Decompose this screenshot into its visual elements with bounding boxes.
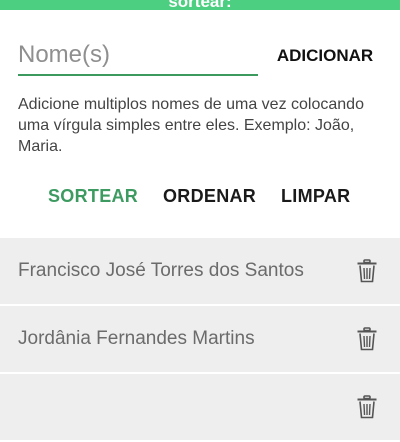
- trash-icon[interactable]: [356, 395, 378, 419]
- action-bar: SORTEAR ORDENAR LIMPAR: [0, 186, 400, 214]
- list-item: Jordânia Fernandes Martins: [0, 306, 400, 372]
- limpar-button[interactable]: LIMPAR: [281, 186, 350, 207]
- names-input[interactable]: [18, 36, 258, 76]
- add-button[interactable]: ADICIONAR: [272, 44, 378, 68]
- list-item: Francisco José Torres dos Santos: [0, 238, 400, 304]
- list-item-name: Jordânia Fernandes Martins: [18, 328, 255, 349]
- ordenar-button[interactable]: ORDENAR: [163, 186, 256, 207]
- trash-icon[interactable]: [356, 259, 378, 283]
- app-bar-title: sortear:: [168, 0, 232, 10]
- hint-text: Adicione multiplos nomes de uma vez colo…: [18, 96, 364, 155]
- names-list: Francisco José Torres dos Santos Jordâni…: [0, 238, 400, 442]
- sortear-button[interactable]: SORTEAR: [48, 186, 138, 207]
- list-item-name: Francisco José Torres dos Santos: [18, 260, 304, 281]
- list-item: [0, 374, 400, 440]
- trash-icon[interactable]: [356, 327, 378, 351]
- app-bar: sortear:: [0, 0, 400, 10]
